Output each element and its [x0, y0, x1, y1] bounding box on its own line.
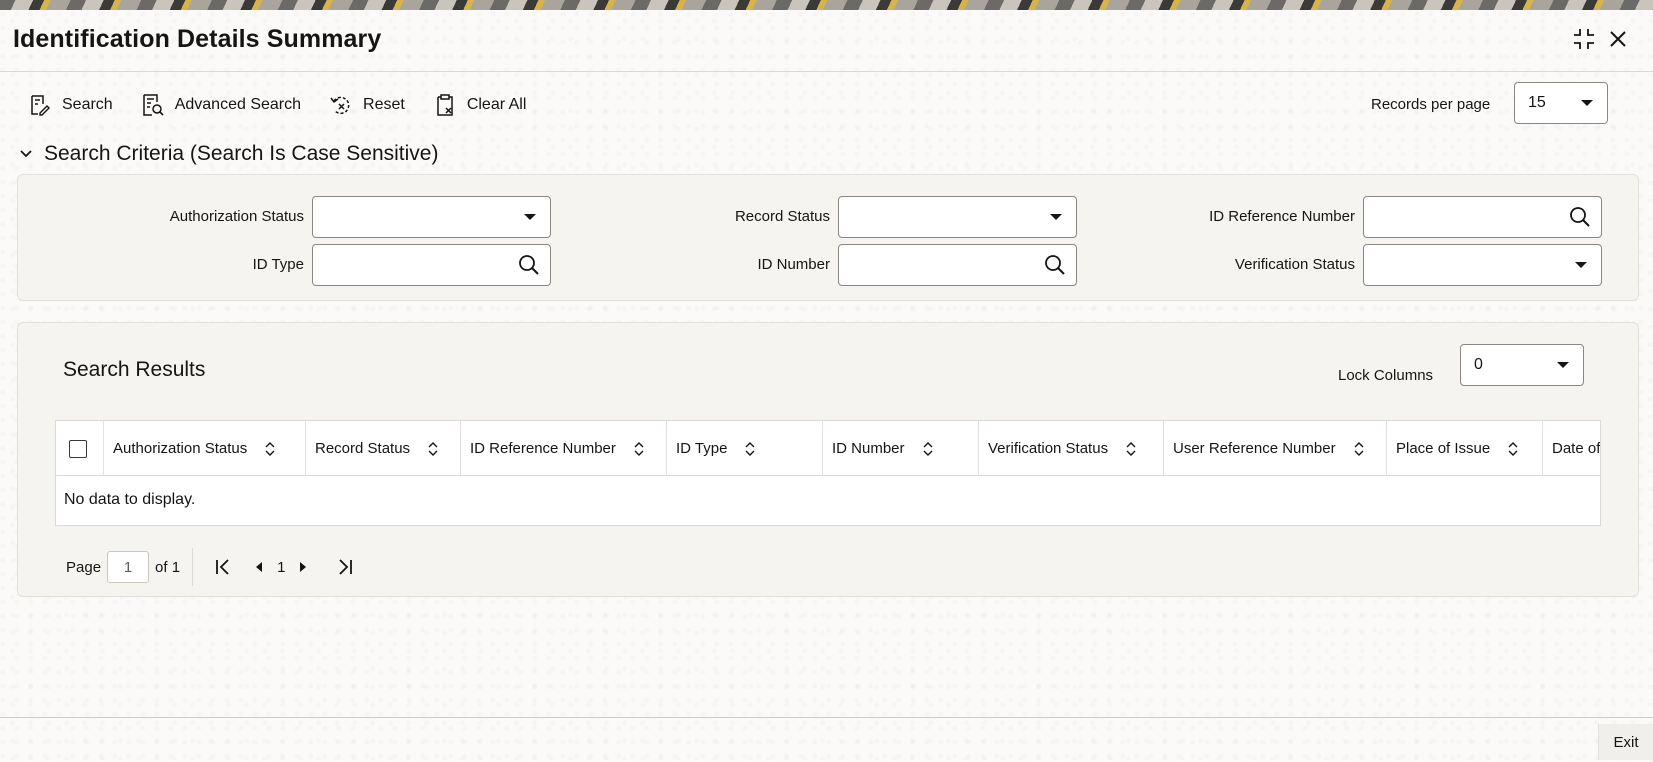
previous-page-icon[interactable] — [249, 557, 269, 577]
column-header-label: ID Reference Number — [470, 440, 616, 457]
search-button[interactable]: Search — [28, 88, 113, 122]
id-type-input[interactable] — [312, 244, 551, 286]
id-number-label: ID Number — [757, 256, 830, 273]
column-header-label: Place of Issue — [1396, 440, 1491, 457]
search-criteria-toggle[interactable]: Search Criteria (Search Is Case Sensitiv… — [18, 142, 438, 166]
records-per-page-value: 15 — [1528, 94, 1546, 111]
column-header-date-of[interactable]: Date of — [1542, 421, 1601, 476]
sort-icon[interactable] — [265, 441, 275, 456]
footer-divider — [0, 717, 1653, 718]
last-page-icon[interactable] — [335, 557, 355, 577]
advanced-search-button-label: Advanced Search — [174, 96, 302, 113]
record-status-label: Record Status — [734, 208, 830, 225]
column-header-user-reference-number[interactable]: User Reference Number — [1163, 421, 1386, 476]
id-reference-number-input[interactable] — [1363, 196, 1602, 238]
id-number-input[interactable] — [838, 244, 1077, 286]
pagination: Page 1 of 1 1 — [66, 548, 363, 586]
column-header-id-reference-number[interactable]: ID Reference Number — [460, 421, 666, 476]
column-header-record-status[interactable]: Record Status — [305, 421, 460, 476]
records-per-page-select[interactable]: 15 — [1514, 82, 1608, 124]
page-title: Identification Details Summary — [13, 25, 382, 53]
chevron-down-icon — [1050, 214, 1062, 220]
toolbar: Search Advanced Search Reset Clear All — [28, 88, 554, 122]
page-number-input[interactable]: 1 — [107, 551, 150, 583]
reset-button[interactable]: Reset — [329, 88, 405, 122]
clear-all-button[interactable]: Clear All — [433, 88, 527, 122]
header-divider — [0, 71, 1653, 72]
table-header-row: Authorization Status Record Status ID Re… — [56, 421, 1601, 476]
search-icon[interactable] — [1044, 254, 1066, 276]
column-header-authorization-status[interactable]: Authorization Status — [103, 421, 305, 476]
minimize-window-button[interactable] — [1571, 26, 1597, 52]
column-header-place-of-issue[interactable]: Place of Issue — [1386, 421, 1542, 476]
records-per-page-label: Records per page — [1371, 96, 1491, 113]
decorative-banner-strip — [0, 0, 1653, 10]
exit-button[interactable]: Exit — [1598, 724, 1653, 760]
verification-status-label: Verification Status — [1234, 256, 1355, 273]
sort-icon[interactable] — [634, 441, 644, 456]
advanced-search-button[interactable]: Advanced Search — [141, 88, 301, 122]
sort-icon[interactable] — [1126, 441, 1136, 456]
results-table: Authorization Status Record Status ID Re… — [55, 420, 1601, 526]
chevron-down-icon — [1581, 100, 1593, 106]
column-header-id-type[interactable]: ID Type — [666, 421, 822, 476]
sort-icon[interactable] — [745, 441, 755, 456]
clear-all-button-label: Clear All — [466, 96, 527, 113]
lock-columns-select[interactable]: 0 — [1460, 344, 1584, 386]
lock-columns-label: Lock Columns — [1338, 367, 1434, 384]
first-page-icon[interactable] — [213, 557, 233, 577]
reset-button-label: Reset — [363, 96, 405, 113]
reset-icon — [330, 96, 350, 115]
authorization-status-select[interactable] — [312, 196, 551, 238]
chevron-down-icon — [1557, 362, 1569, 368]
clipboard-clear-icon — [437, 94, 453, 116]
chevron-down-icon — [20, 150, 32, 158]
authorization-status-label: Authorization Status — [169, 208, 304, 225]
advanced-search-icon — [142, 94, 164, 116]
search-form-icon — [31, 95, 50, 116]
record-status-select[interactable] — [838, 196, 1077, 238]
id-type-label: ID Type — [252, 256, 304, 273]
column-header-label: Authorization Status — [113, 440, 248, 457]
column-header-label: Date of — [1552, 440, 1601, 457]
close-window-button[interactable] — [1605, 26, 1631, 52]
column-header-label: ID Number — [832, 440, 905, 457]
current-page-indicator: 1 — [277, 558, 286, 576]
column-header-id-number[interactable]: ID Number — [822, 421, 978, 476]
page-count-label: of 1 — [155, 558, 181, 576]
search-criteria-heading: Search Criteria (Search Is Case Sensitiv… — [44, 142, 439, 165]
page: Identification Details Summary Search Ad… — [0, 10, 1653, 762]
page-label: Page — [66, 558, 102, 576]
select-all-checkbox[interactable] — [69, 440, 87, 458]
column-header-verification-status[interactable]: Verification Status — [978, 421, 1163, 476]
pagination-divider — [192, 548, 194, 586]
sort-icon[interactable] — [428, 441, 438, 456]
close-icon — [1610, 31, 1626, 47]
collapse-icon — [1574, 29, 1594, 49]
no-data-message: No data to display. — [64, 491, 196, 508]
column-header-label: Verification Status — [988, 440, 1109, 457]
sort-icon[interactable] — [1354, 441, 1364, 456]
chevron-down-icon — [1575, 262, 1587, 268]
sort-icon[interactable] — [923, 441, 933, 456]
search-results-heading: Search Results — [63, 358, 206, 381]
column-header-label: User Reference Number — [1173, 440, 1336, 457]
next-page-icon[interactable] — [293, 557, 313, 577]
search-button-label: Search — [62, 96, 113, 113]
id-reference-number-label: ID Reference Number — [1209, 208, 1355, 225]
sort-icon[interactable] — [1508, 441, 1518, 456]
search-icon[interactable] — [518, 254, 540, 276]
column-header-label: Record Status — [315, 440, 411, 457]
search-icon[interactable] — [1569, 206, 1591, 228]
chevron-down-icon — [524, 214, 536, 220]
verification-status-select[interactable] — [1363, 244, 1602, 286]
search-criteria-panel: Authorization Status Record Status ID Re… — [17, 174, 1639, 301]
lock-columns-value: 0 — [1474, 356, 1483, 373]
column-header-label: ID Type — [676, 440, 728, 457]
